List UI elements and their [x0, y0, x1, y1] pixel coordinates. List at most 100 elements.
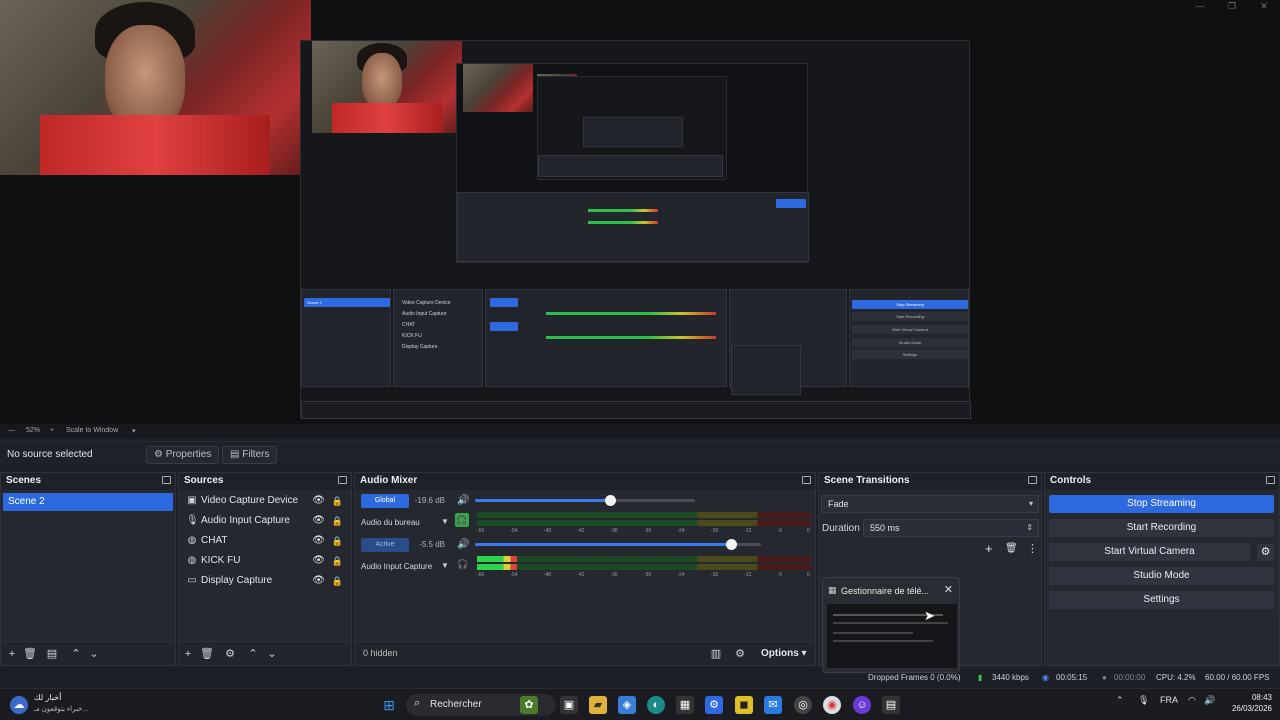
- copilot-icon[interactable]: ◈: [618, 696, 636, 714]
- studio-mode-button[interactable]: Studio Mode: [1049, 567, 1274, 585]
- eye-icon[interactable]: 👁: [312, 552, 325, 570]
- window-controls[interactable]: — ❐ ✕: [1184, 0, 1280, 14]
- speaker-icon[interactable]: 🔊: [457, 495, 469, 506]
- add-icon[interactable]: +: [985, 541, 993, 556]
- settings-button[interactable]: Settings: [1049, 591, 1274, 609]
- lock-icon[interactable]: 🔒: [332, 572, 343, 590]
- chevron-down-icon[interactable]: ▼: [441, 517, 449, 526]
- microphone-icon[interactable]: 🎙: [1138, 695, 1149, 706]
- source-item[interactable]: ▣ Video Capture Device 👁 🔒: [183, 492, 347, 510]
- scale-mode[interactable]: Scale to Window: [66, 427, 118, 434]
- volume-icon[interactable]: 🔊: [1204, 695, 1215, 706]
- meter-ticks: -60 -54 -48 -42 -36 -30 -24 -18 -12 -6 0: [477, 572, 811, 580]
- trash-icon[interactable]: 🗑: [23, 647, 37, 661]
- speaker-icon[interactable]: 🔊: [457, 539, 469, 550]
- headphones-icon[interactable]: 🎧: [455, 513, 469, 527]
- news-subtitle[interactable]: خبراء يتوقعون مـ...: [34, 705, 88, 713]
- discord-icon[interactable]: ☺: [853, 696, 871, 714]
- lock-icon[interactable]: 🔒: [332, 532, 343, 550]
- transition-select[interactable]: Fade ▾: [821, 495, 1039, 513]
- chrome-icon[interactable]: ◉: [823, 696, 841, 714]
- meter-tick-label: -60: [477, 572, 485, 578]
- task-view-icon[interactable]: ▣: [560, 696, 578, 714]
- start-recording-button[interactable]: Start Recording: [1049, 519, 1274, 537]
- filter-icon[interactable]: ▤: [45, 647, 59, 661]
- volume-slider[interactable]: [475, 495, 695, 506]
- window-thumbnail[interactable]: [827, 604, 957, 668]
- wifi-icon[interactable]: ◠: [1188, 695, 1196, 706]
- add-icon[interactable]: +: [5, 647, 19, 661]
- start-virtual-camera-button[interactable]: Start Virtual Camera: [1049, 543, 1250, 561]
- slider-handle[interactable]: [605, 495, 617, 506]
- zoom-in-icon[interactable]: +: [50, 427, 54, 434]
- clock-time[interactable]: 08:43: [1228, 693, 1272, 702]
- eye-icon[interactable]: 👁: [312, 572, 325, 590]
- minimize-icon[interactable]: —: [1184, 0, 1216, 14]
- task-manager-preview[interactable]: ▦ Gestionnaire de télé... ✕ ➤: [822, 577, 960, 673]
- trash-icon[interactable]: 🗑: [1005, 543, 1018, 554]
- settings-icon[interactable]: ⚙: [733, 647, 747, 661]
- scene-item[interactable]: Scene 2: [3, 493, 173, 511]
- clock-date[interactable]: 26/03/2026: [1222, 704, 1272, 713]
- source-item[interactable]: ◍ KICK FU 👁 🔒: [183, 552, 347, 570]
- source-item[interactable]: 🎙 Audio Input Capture 👁 🔒: [183, 512, 347, 530]
- headphones-off-icon[interactable]: 🎧: [457, 559, 468, 570]
- stop-streaming-button[interactable]: Stop Streaming: [1049, 495, 1274, 513]
- add-icon[interactable]: +: [181, 647, 195, 661]
- properties-button[interactable]: ⚙ Properties: [146, 446, 220, 464]
- app-icon[interactable]: ◼: [735, 696, 753, 714]
- language-indicator[interactable]: FRA: [1160, 695, 1178, 705]
- undock-icon[interactable]: [338, 476, 347, 484]
- lock-icon[interactable]: 🔒: [332, 512, 343, 530]
- preview-canvas[interactable]: Scene 2 Video Capture Device Audio Input…: [0, 0, 1280, 424]
- maximize-icon[interactable]: ❐: [1216, 0, 1248, 14]
- lock-icon[interactable]: 🔒: [332, 492, 343, 510]
- layout-icon[interactable]: ▥: [709, 647, 723, 661]
- meter-tick-label: -12: [744, 572, 752, 578]
- store-icon[interactable]: ▦: [676, 696, 694, 714]
- move-down-icon[interactable]: ⌄: [265, 647, 279, 661]
- source-item[interactable]: ▭ Display Capture 👁 🔒: [183, 572, 347, 590]
- close-icon[interactable]: ✕: [1248, 0, 1280, 14]
- windows-start-icon[interactable]: ⊞: [380, 696, 398, 714]
- nested-preview-1: Scene 2 Video Capture Device Audio Input…: [300, 40, 971, 419]
- meter-tick-label: -24: [677, 528, 685, 534]
- options-button[interactable]: Options ▾: [761, 648, 807, 659]
- volume-slider[interactable]: [475, 539, 761, 550]
- eye-icon[interactable]: 👁: [312, 512, 325, 530]
- move-up-icon[interactable]: ⌃: [246, 647, 260, 661]
- meter-tick-label: -54: [510, 572, 518, 578]
- duration-input[interactable]: 550 ms ⇕: [863, 519, 1039, 537]
- move-up-icon[interactable]: ⌃: [69, 647, 83, 661]
- gear-icon[interactable]: ⚙: [1257, 544, 1274, 561]
- undock-icon[interactable]: [162, 476, 171, 484]
- settings-app-icon[interactable]: ⚙: [705, 696, 723, 714]
- chevron-down-icon[interactable]: ▼: [441, 561, 449, 570]
- gear-icon[interactable]: ⚙: [223, 647, 237, 661]
- undock-icon[interactable]: [802, 476, 811, 484]
- chevron-down-icon[interactable]: ▾: [132, 427, 136, 435]
- chevron-up-icon[interactable]: ⌃: [1116, 695, 1124, 706]
- lock-icon[interactable]: 🔒: [332, 552, 343, 570]
- slider-handle[interactable]: [726, 539, 738, 550]
- source-item[interactable]: ◍ CHAT 👁 🔒: [183, 532, 347, 550]
- news-widget-icon[interactable]: ☁: [10, 696, 28, 714]
- file-explorer-icon[interactable]: ▰: [589, 696, 607, 714]
- more-icon[interactable]: ⋮: [1027, 542, 1038, 555]
- close-icon[interactable]: ✕: [944, 583, 953, 596]
- news-title[interactable]: أخبار لك: [34, 693, 61, 702]
- controls-title: Controls: [1050, 475, 1092, 486]
- edge-icon[interactable]: ◐: [647, 696, 665, 714]
- obs-icon[interactable]: ◎: [794, 696, 812, 714]
- zoom-out-icon[interactable]: —: [8, 427, 15, 434]
- widget-icon[interactable]: ✿: [520, 696, 538, 714]
- undock-icon[interactable]: [1266, 476, 1275, 484]
- filters-button[interactable]: ▤ Filters: [222, 446, 278, 464]
- eye-icon[interactable]: 👁: [312, 492, 325, 510]
- eye-icon[interactable]: 👁: [312, 532, 325, 550]
- task-manager-app-icon[interactable]: ▤: [882, 696, 900, 714]
- trash-icon[interactable]: 🗑: [200, 647, 214, 661]
- move-down-icon[interactable]: ⌄: [87, 647, 101, 661]
- mail-icon[interactable]: ✉: [764, 696, 782, 714]
- undock-icon[interactable]: [1028, 476, 1037, 484]
